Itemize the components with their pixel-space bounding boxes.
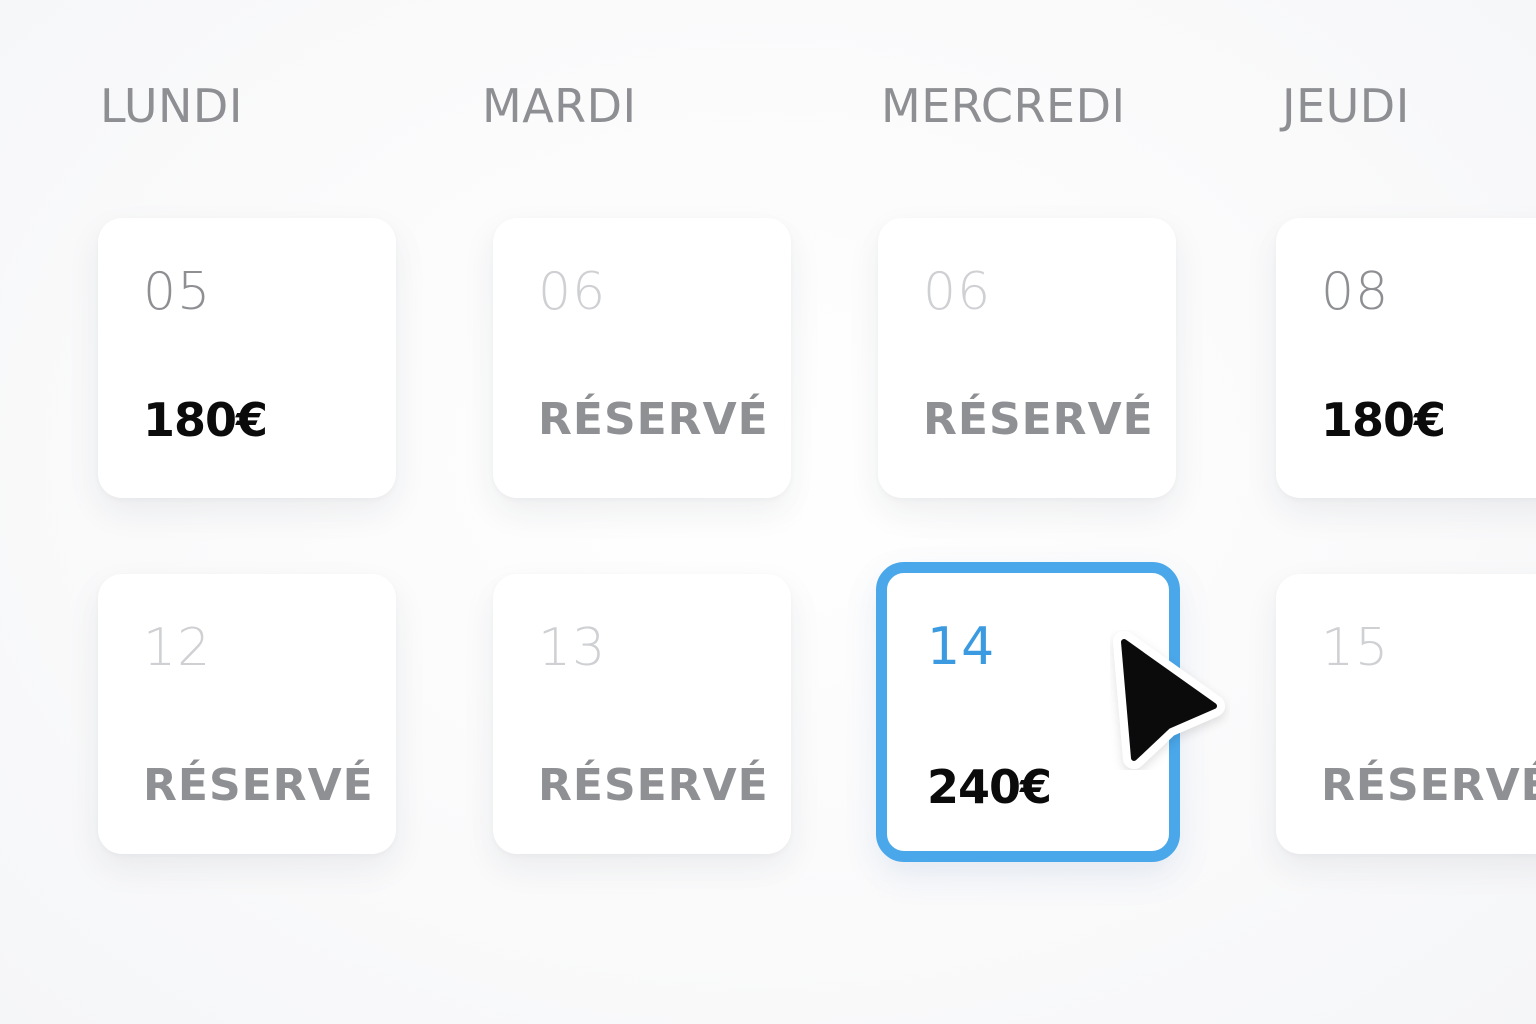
reserved-label: RÉSERVÉ <box>538 760 769 811</box>
day-number: 12 <box>143 618 212 678</box>
calendar-day-card[interactable]: 06 RÉSERVÉ <box>878 218 1176 498</box>
day-header-mardi: MARDI <box>482 79 637 133</box>
day-header-mercredi: MERCREDI <box>881 79 1126 133</box>
price-label: 180€ <box>1321 393 1446 447</box>
day-number: 14 <box>927 617 996 677</box>
reserved-label: RÉSERVÉ <box>538 394 769 445</box>
reserved-label: RÉSERVÉ <box>1321 760 1536 811</box>
reserved-label: RÉSERVÉ <box>143 760 374 811</box>
booking-calendar: LUNDI MARDI MERCREDI JEUDI 05 180€ 06 RÉ… <box>0 0 1536 1024</box>
day-number: 06 <box>538 262 607 322</box>
day-number: 06 <box>923 262 992 322</box>
calendar-day-card[interactable]: 12 RÉSERVÉ <box>98 574 396 854</box>
price-label: 240€ <box>927 760 1052 814</box>
reserved-label: RÉSERVÉ <box>923 394 1154 445</box>
price-label: 180€ <box>143 393 268 447</box>
calendar-day-card[interactable]: 08 180€ <box>1276 218 1536 498</box>
day-number: 15 <box>1321 618 1390 678</box>
day-header-lundi: LUNDI <box>100 79 243 133</box>
calendar-day-card[interactable]: 06 RÉSERVÉ <box>493 218 791 498</box>
calendar-day-card[interactable]: 13 RÉSERVÉ <box>493 574 791 854</box>
day-number: 13 <box>538 618 607 678</box>
calendar-day-card[interactable]: 15 RÉSERVÉ <box>1276 574 1536 854</box>
calendar-day-card[interactable]: 05 180€ <box>98 218 396 498</box>
day-number: 08 <box>1321 262 1390 322</box>
day-number: 05 <box>143 262 212 322</box>
mouse-pointer-icon <box>1113 631 1225 769</box>
day-header-jeudi: JEUDI <box>1282 79 1410 133</box>
